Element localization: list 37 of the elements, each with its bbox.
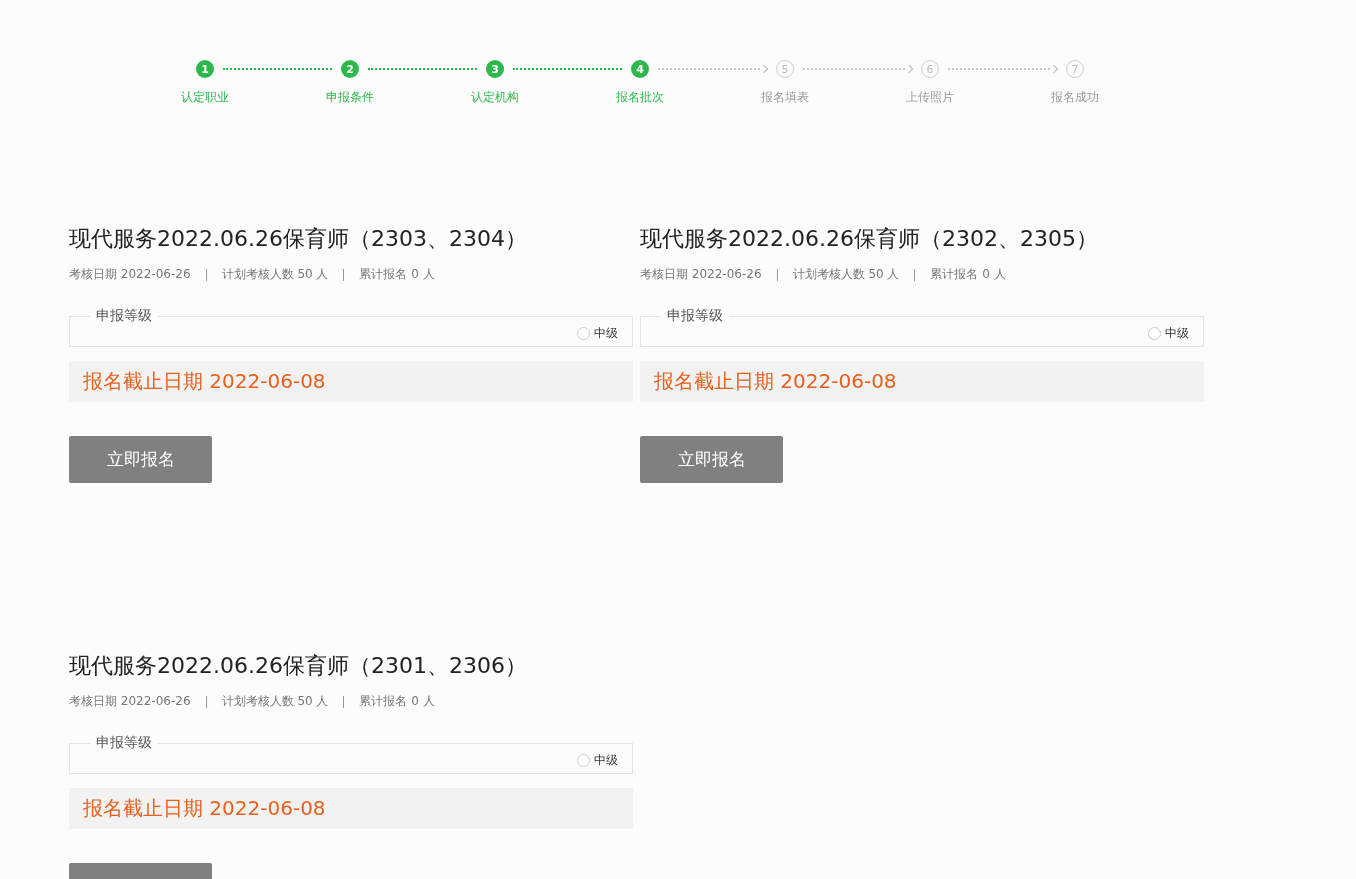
batch-info: 考核日期 2022-06-26 bbox=[69, 693, 191, 710]
register-button[interactable]: 立即报名 bbox=[69, 436, 212, 483]
batch-info: 计划考核人数 50 人 bbox=[792, 266, 900, 283]
batch-info: 累计报名 0 人 bbox=[359, 266, 435, 283]
step-label: 申报条件 bbox=[325, 89, 375, 106]
deadline-banner: 报名截止日期 2022-06-08 bbox=[69, 361, 633, 402]
step-label: 上传照片 bbox=[905, 89, 955, 106]
batch-info: 考核日期 2022-06-26 bbox=[69, 266, 191, 283]
fieldset-legend: 申报等级 bbox=[661, 307, 729, 325]
batch-title: 现代服务2022.06.26保育师（2301、2306） bbox=[69, 653, 527, 679]
step-label: 认定机构 bbox=[470, 89, 520, 106]
batch-info: 计划考核人数 50 人 bbox=[221, 693, 329, 710]
step-number: 1 bbox=[196, 60, 214, 78]
batch-info: 累计报名 0 人 bbox=[359, 693, 435, 710]
step-label: 报名填表 bbox=[760, 89, 810, 106]
level-radio[interactable]: 中级 bbox=[577, 325, 618, 342]
step-number: 2 bbox=[341, 60, 359, 78]
step-label: 报名成功 bbox=[1050, 89, 1100, 106]
radio-icon[interactable] bbox=[577, 754, 590, 767]
deadline-banner: 报名截止日期 2022-06-08 bbox=[640, 361, 1204, 402]
step-label: 认定职业 bbox=[180, 89, 230, 106]
register-button[interactable]: 立即报名 bbox=[640, 436, 783, 483]
batch-info: 计划考核人数 50 人 bbox=[221, 266, 329, 283]
radio-icon[interactable] bbox=[577, 327, 590, 340]
batch-title: 现代服务2022.06.26保育师（2302、2305） bbox=[640, 226, 1098, 252]
level-radio[interactable]: 中级 bbox=[577, 752, 618, 769]
fieldset-legend: 申报等级 bbox=[90, 307, 158, 325]
radio-icon[interactable] bbox=[1148, 327, 1161, 340]
step-number: 4 bbox=[631, 60, 649, 78]
batch-info: 考核日期 2022-06-26 bbox=[640, 266, 762, 283]
batch-title: 现代服务2022.06.26保育师（2303、2304） bbox=[69, 226, 527, 252]
fieldset-legend: 申报等级 bbox=[90, 734, 158, 752]
step-label: 报名批次 bbox=[615, 89, 665, 106]
deadline-banner: 报名截止日期 2022-06-08 bbox=[69, 788, 633, 829]
step-number: 3 bbox=[486, 60, 504, 78]
level-radio[interactable]: 中级 bbox=[1148, 325, 1189, 342]
batch-info: 累计报名 0 人 bbox=[930, 266, 1006, 283]
